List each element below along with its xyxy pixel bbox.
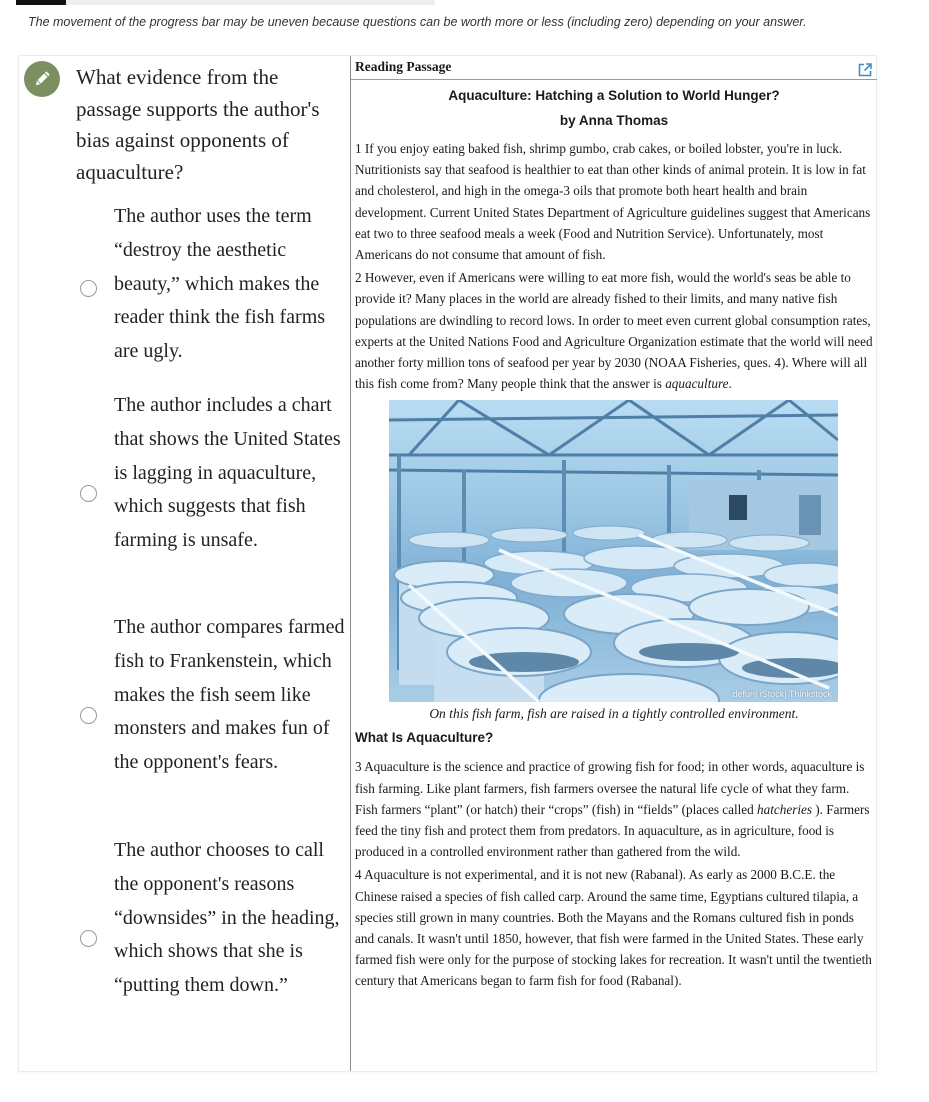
- article-title: Aquaculture: Hatching a Solution to Worl…: [448, 88, 780, 103]
- photo-credit: defun| iStock| Thinkstock: [732, 689, 832, 700]
- external-link-icon[interactable]: [857, 62, 873, 78]
- question-panel: What evidence from the passage supports …: [19, 56, 350, 1071]
- answer-option-2[interactable]: The author includes a chart that shows t…: [19, 389, 350, 589]
- radio-button[interactable]: [80, 280, 97, 297]
- paragraph-2-emphasis: aquaculture: [665, 376, 729, 392]
- paragraph-3: 3 Aquaculture is the science and practic…: [355, 756, 873, 862]
- paragraph-4: 4 Aquaculture is not experimental, and i…: [355, 867, 872, 989]
- paragraph-2: 2 However, even if Americans were willin…: [355, 267, 873, 394]
- passage-header: Reading Passage: [351, 56, 877, 80]
- answer-option-4[interactable]: The author chooses to call the opponent'…: [19, 834, 350, 1034]
- fish-farm-photo: defun| iStock| Thinkstock: [389, 400, 838, 703]
- fish-farm-illustration: [389, 400, 838, 703]
- radio-button[interactable]: [80, 707, 97, 724]
- paragraph-3-emphasis: hatcheries: [757, 801, 812, 817]
- section-heading: What Is Aquaculture?: [355, 730, 494, 746]
- passage-body: Aquaculture: Hatching a Solution to Worl…: [351, 88, 877, 992]
- progress-bar: [16, 0, 435, 5]
- answer-option-1[interactable]: The author uses the term “destroy the ae…: [19, 200, 350, 370]
- paragraph-1: 1 If you enjoy eating baked fish, shrimp…: [355, 141, 871, 263]
- passage-label: Reading Passage: [355, 59, 452, 74]
- question-prompt: What evidence from the passage supports …: [76, 65, 320, 184]
- paragraph-2-end: .: [728, 376, 732, 392]
- radio-button[interactable]: [80, 930, 97, 947]
- radio-button[interactable]: [80, 485, 97, 502]
- answer-option-text: The author chooses to call the opponent'…: [114, 839, 340, 997]
- article-author: by Anna Thomas: [559, 113, 669, 128]
- figure-caption: On this fish farm, fish are raised in a …: [429, 706, 799, 722]
- pencil-icon: [24, 61, 60, 97]
- progress-notice: The movement of the progress bar may be …: [28, 15, 807, 29]
- answer-option-3[interactable]: The author compares farmed fish to Frank…: [19, 611, 350, 811]
- answer-option-text: The author includes a chart that shows t…: [114, 394, 341, 552]
- reading-passage-panel[interactable]: Reading Passage Aquaculture: Hatching a …: [350, 56, 877, 1071]
- paragraph-2-text: 2 However, even if Americans were willin…: [355, 270, 873, 392]
- answer-option-text: The author compares farmed fish to Frank…: [114, 616, 345, 774]
- answer-option-text: The author uses the term “destroy the ae…: [114, 205, 326, 363]
- question-card: What evidence from the passage supports …: [18, 55, 877, 1072]
- progress-bar-fill: [16, 0, 67, 5]
